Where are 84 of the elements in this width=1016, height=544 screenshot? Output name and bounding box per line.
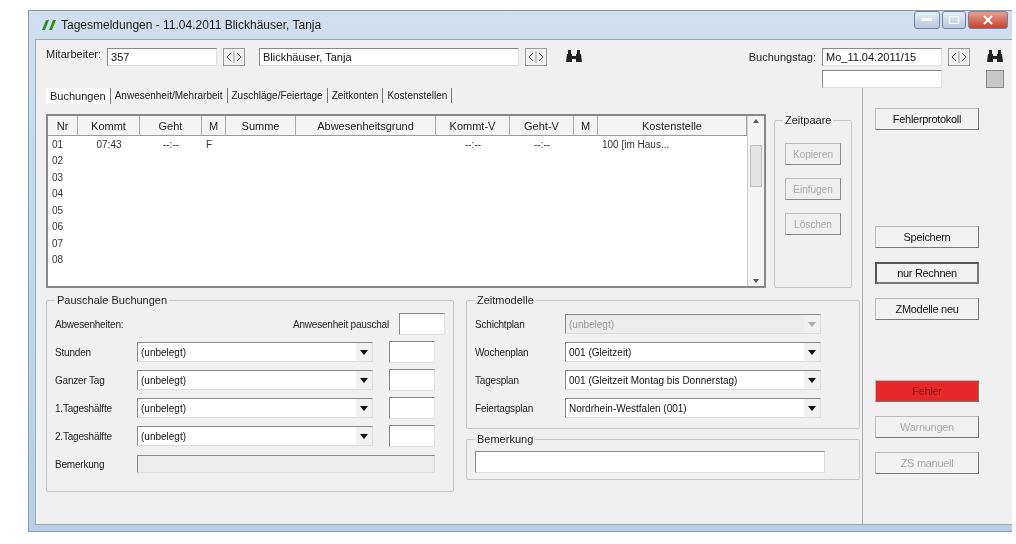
table-cell-text: 05: [51, 203, 65, 218]
tab[interactable]: Zeitkonten: [327, 88, 384, 103]
group-title: Bemerkung: [476, 433, 535, 445]
employee-id-field[interactable]: 357: [107, 48, 218, 66]
presence-label: Anwesenheit pauschal: [291, 318, 389, 330]
column-header[interactable]: Kommt-V: [436, 116, 510, 135]
group-title: Zeitmodelle: [476, 294, 535, 306]
column-header[interactable]: Kommt: [78, 116, 140, 135]
close-button[interactable]: [968, 11, 1008, 29]
app-logo-icon: [41, 19, 57, 31]
table-cell-text: 07: [51, 236, 65, 251]
absences-label: Abwesenheiten:: [55, 318, 125, 330]
scroll-thumb[interactable]: [750, 145, 762, 187]
hours-field[interactable]: [389, 397, 435, 419]
window-title: Tagesmeldungen - 11.04.2011 Blickhäuser, Tanja: [61, 18, 322, 32]
dropdown[interactable]: (unbelegt): [137, 370, 373, 390]
close-icon: [983, 15, 993, 25]
column-header[interactable]: Abwesenheitsgrund: [296, 116, 436, 135]
table-cell-text: 04: [51, 187, 65, 202]
action-button[interactable]: nur Rechnen: [875, 262, 979, 284]
column-header[interactable]: Summe: [226, 116, 296, 135]
booking-day-label: Buchungstag:: [748, 51, 816, 63]
dropdown[interactable]: 001 (Gleitzeit): [565, 342, 821, 362]
hours-field[interactable]: [389, 425, 435, 447]
table-cell-text: F: [205, 137, 214, 152]
field-label: Wochenplan: [475, 346, 530, 358]
hours-field[interactable]: [389, 341, 435, 363]
remark-field[interactable]: [137, 455, 435, 473]
table-cell-text: --:--: [463, 137, 483, 152]
table-cell-text: 02: [51, 154, 65, 169]
column-header[interactable]: M: [202, 116, 226, 135]
field-label: 1.Tageshälfte: [55, 402, 113, 414]
table-cell-text: 03: [51, 170, 65, 185]
table-cell-text: 06: [51, 220, 65, 235]
tab[interactable]: Kostenstellen: [383, 88, 453, 103]
table-cell-text: --:--: [532, 137, 552, 152]
hours-field[interactable]: [389, 369, 435, 391]
employee-label: Mitarbeiter:: [46, 48, 102, 60]
dropdown[interactable]: (unbelegt): [137, 426, 373, 446]
maximize-icon: [949, 16, 959, 24]
maximize-button[interactable]: [942, 11, 966, 29]
prev-next-arrows-icon[interactable]: [223, 48, 246, 66]
tab[interactable]: Buchungen: [46, 88, 111, 104]
dropdown[interactable]: 001 (Gleitzeit Montag bis Donnerstag): [565, 370, 821, 390]
scrollbar[interactable]: [747, 116, 764, 286]
field-label: Ganzer Tag: [55, 374, 106, 386]
action-button[interactable]: Fehlerprotokoll: [875, 108, 979, 130]
remark-field[interactable]: [475, 451, 825, 473]
binoculars-icon[interactable]: [986, 48, 1004, 64]
field-label: Feiertagsplan: [475, 402, 534, 414]
table-cell-text: 100 [im Haus...: [601, 137, 671, 152]
field-label: Bemerkung: [55, 458, 106, 470]
minimize-button[interactable]: [914, 11, 940, 29]
field-label: Tagesplan: [475, 374, 520, 386]
scroll-up-icon[interactable]: [752, 118, 760, 124]
field-label: Stunden: [55, 346, 92, 358]
column-header[interactable]: M: [574, 116, 598, 135]
presence-field[interactable]: [399, 313, 445, 335]
dropdown[interactable]: (unbelegt): [137, 342, 373, 362]
binoculars-icon[interactable]: [565, 48, 584, 64]
column-header[interactable]: Kostenstelle: [598, 116, 747, 135]
field-label: Schichtplan: [475, 318, 526, 330]
dropdown[interactable]: Nordrhein-Westfalen (001): [565, 398, 821, 418]
table-cell-text: 08: [51, 253, 65, 268]
action-button[interactable]: ZModelle neu: [875, 298, 979, 320]
action-button[interactable]: Speichern: [875, 226, 979, 248]
scroll-down-icon[interactable]: [752, 278, 760, 284]
group-title: Zeitpaare: [784, 114, 833, 126]
table-cell-text: 01: [51, 137, 65, 152]
employee-name-field[interactable]: Blickhäuser, Tanja: [259, 48, 520, 66]
tab[interactable]: Anwesenheit/Mehrarbeit: [110, 88, 228, 103]
prev-next-arrows-icon[interactable]: [525, 48, 548, 66]
minimize-icon: [922, 18, 932, 22]
booking-day-field[interactable]: Mo_11.04.2011/15: [822, 48, 942, 66]
dropdown[interactable]: (unbelegt): [137, 398, 373, 418]
prev-next-arrows-icon[interactable]: [948, 48, 970, 66]
table-cell-text: --:--: [161, 137, 181, 152]
table-cell-text: 07:43: [95, 137, 123, 152]
group-title: Pauschale Buchungen: [56, 294, 169, 306]
tab[interactable]: Zuschläge/Feiertage: [227, 88, 328, 103]
column-header[interactable]: Geht-V: [510, 116, 574, 135]
column-header[interactable]: Geht: [140, 116, 202, 135]
column-header[interactable]: Nr: [48, 116, 78, 135]
field-label: 2.Tageshälfte: [55, 430, 113, 442]
